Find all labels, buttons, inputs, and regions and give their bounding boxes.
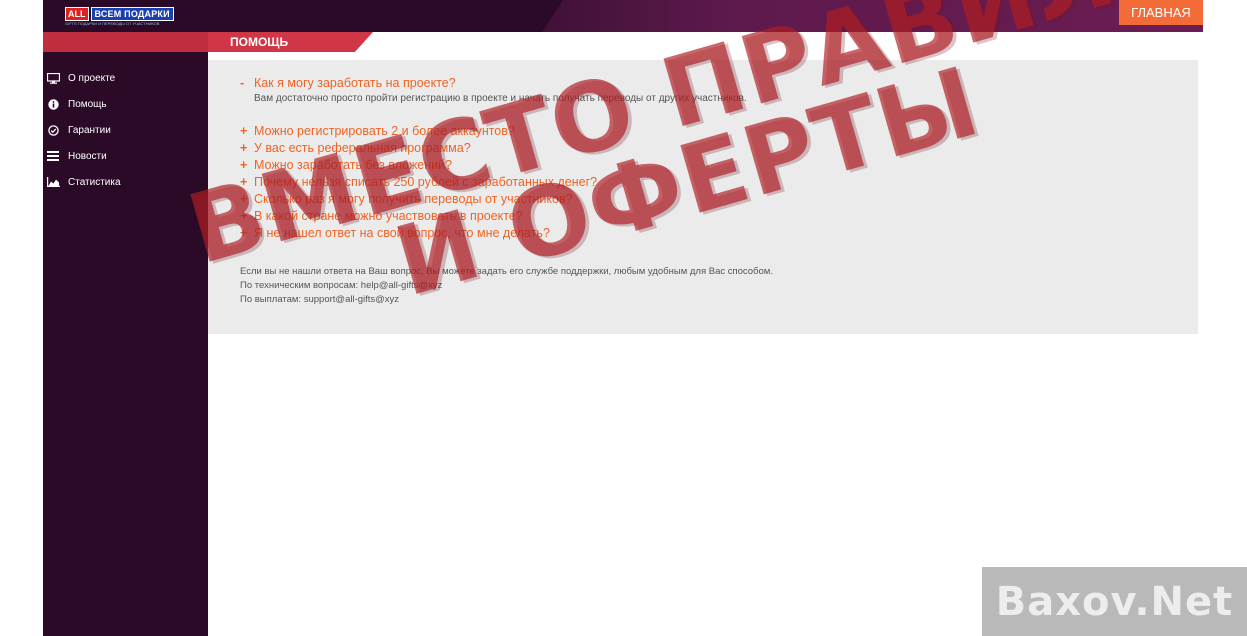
logo-title: ВСЕМ ПОДАРКИ	[90, 7, 174, 21]
faq-item[interactable]: + Почему нельзя списать 250 рублей с зар…	[240, 174, 1180, 191]
sidebar-item-label: Помощь	[68, 98, 107, 110]
expand-icon: +	[240, 141, 248, 155]
collapse-icon: -	[240, 76, 245, 90]
logo-all-mark: ALL	[65, 7, 89, 21]
sidebar-item-about[interactable]: О проекте	[43, 65, 208, 91]
tech-support-line: По техническим вопросам: help@all-gifts@…	[240, 279, 773, 293]
faq-question: Как я могу заработать на проекте?	[254, 76, 456, 90]
monitor-icon	[46, 72, 60, 84]
support-intro: Если вы не нашли ответа на Ваш вопрос, В…	[240, 266, 773, 277]
faq-question: Я не нашел ответ на свой вопрос, что мне…	[254, 226, 550, 240]
tech-support-label: По техническим вопросам:	[240, 280, 361, 291]
tab-help[interactable]: ПОМОЩЬ	[208, 32, 373, 52]
info-icon	[46, 98, 60, 110]
expand-icon: +	[240, 124, 248, 138]
home-button[interactable]: ГЛАВНАЯ	[1119, 0, 1203, 25]
sidebar-item-guarantees[interactable]: Гарантии	[43, 117, 208, 143]
faq-item-open[interactable]: - Как я могу заработать на проекте?	[240, 75, 1180, 92]
expand-icon: +	[240, 209, 248, 223]
payout-support-label: По выплатам:	[240, 294, 304, 305]
sidebar-item-label: О проекте	[68, 72, 116, 84]
expand-icon: +	[240, 192, 248, 206]
check-circle-icon	[46, 124, 60, 136]
sidebar-item-stats[interactable]: Статистика	[43, 169, 208, 195]
faq-list: - Как я могу заработать на проекте? Вам …	[240, 75, 1180, 242]
logo-subtitle: GIFTS ПОДАРКИ И ПЕРЕВОДЫ ОТ УЧАСТНИКОВ	[65, 21, 160, 26]
expand-icon: +	[240, 226, 248, 240]
sidebar-item-label: Гарантии	[68, 124, 111, 136]
faq-item[interactable]: + Можно регистрировать 2 и более аккаунт…	[240, 123, 1180, 140]
expand-icon: +	[240, 158, 248, 172]
sidebar-nav: О проекте Помощь Гарантии Новости Статис…	[43, 65, 208, 195]
faq-item[interactable]: + Можно заработать без вложений?	[240, 157, 1180, 174]
faq-item[interactable]: + Я не нашел ответ на свой вопрос, что м…	[240, 225, 1180, 242]
sidebar-item-label: Новости	[68, 150, 107, 162]
faq-item[interactable]: + Сколько раз я могу получить переводы о…	[240, 191, 1180, 208]
faq-question: Можно заработать без вложений?	[254, 158, 453, 172]
top-bar: ALL ВСЕМ ПОДАРКИ GIFTS ПОДАРКИ И ПЕРЕВОД…	[43, 0, 1203, 32]
main-content: ПОМОЩЬ - Как я могу заработать на проект…	[208, 32, 1203, 636]
sidebar: О проекте Помощь Гарантии Новости Статис…	[43, 32, 208, 636]
chart-icon	[46, 176, 60, 188]
tech-support-email[interactable]: help@all-gifts@xyz	[361, 280, 443, 291]
sidebar-item-news[interactable]: Новости	[43, 143, 208, 169]
faq-question: Почему нельзя списать 250 рублей с зараб…	[254, 175, 598, 189]
payout-support-email[interactable]: support@all-gifts@xyz	[304, 294, 399, 305]
faq-answer: Вам достаточно просто пройти регистрацию…	[254, 93, 747, 104]
sidebar-item-help[interactable]: Помощь	[43, 91, 208, 117]
faq-question: В какой стране можно участвовать в проек…	[254, 209, 523, 223]
expand-icon: +	[240, 175, 248, 189]
sidebar-header-strip	[43, 32, 208, 52]
faq-item[interactable]: + У вас есть реферальная программа?	[240, 140, 1180, 157]
faq-question: Сколько раз я могу получить переводы от …	[254, 192, 573, 206]
sidebar-item-label: Статистика	[68, 176, 121, 188]
support-contacts: Если вы не нашли ответа на Ваш вопрос, В…	[240, 265, 773, 307]
app-frame: ALL ВСЕМ ПОДАРКИ GIFTS ПОДАРКИ И ПЕРЕВОД…	[43, 0, 1203, 636]
faq-item[interactable]: + В какой стране можно участвовать в про…	[240, 208, 1180, 225]
faq-question: Можно регистрировать 2 и более аккаунтов…	[254, 124, 515, 138]
faq-panel: - Как я могу заработать на проекте? Вам …	[208, 60, 1198, 334]
list-icon	[46, 150, 60, 162]
faq-question: У вас есть реферальная программа?	[254, 141, 471, 155]
payout-support-line: По выплатам: support@all-gifts@xyz	[240, 293, 773, 307]
